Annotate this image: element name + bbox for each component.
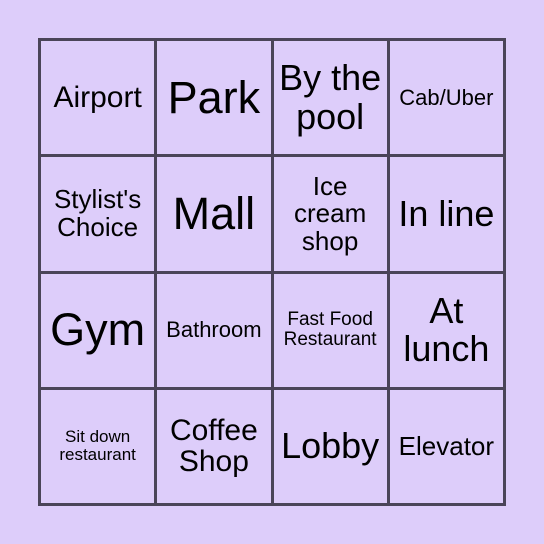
bingo-cell[interactable]: By the pool <box>273 41 387 155</box>
bingo-cell[interactable]: Elevator <box>389 389 503 503</box>
bingo-cell-label: Ice cream shop <box>294 170 367 256</box>
bingo-card-grid: Airport Park By the pool Cab/Uber Stylist's … <box>38 38 506 506</box>
bingo-cell[interactable]: Cab/Uber <box>389 41 503 155</box>
bingo-cell[interactable]: Coffee Shop <box>157 389 271 503</box>
bingo-cell-label: Airport <box>53 80 142 114</box>
bingo-cell-label: Cab/Uber <box>399 84 494 110</box>
bingo-cell-label: By the pool <box>279 57 382 137</box>
bingo-cell-label: Park <box>167 71 261 123</box>
bingo-cell[interactable]: Mall <box>157 157 271 271</box>
bingo-cell-label: Lobby <box>281 425 380 467</box>
bingo-cell[interactable]: At lunch <box>389 273 503 387</box>
bingo-cell-label: Stylist's Choice <box>53 184 142 242</box>
bingo-cell[interactable]: In line <box>389 157 503 271</box>
bingo-cell[interactable]: Ice cream shop <box>273 157 387 271</box>
bingo-cell-label: Mall <box>172 188 256 240</box>
bingo-cell-label: At lunch <box>403 289 490 370</box>
bingo-cell[interactable]: Park <box>157 41 271 155</box>
bingo-cell[interactable]: Stylist's Choice <box>41 157 155 271</box>
bingo-cell-label: Fast Food Restaurant <box>283 309 377 351</box>
bingo-cell[interactable]: Fast Food Restaurant <box>273 273 387 387</box>
bingo-cell[interactable]: Sit down restaurant <box>41 389 155 503</box>
bingo-cell[interactable]: Airport <box>41 41 155 155</box>
bingo-cell-label: Elevator <box>398 430 495 461</box>
bingo-cell-label: In line <box>398 192 495 234</box>
bingo-cell-label: Coffee Shop <box>169 413 258 479</box>
bingo-cell-label: Bathroom <box>166 317 262 343</box>
bingo-cell-label: Sit down restaurant <box>59 427 136 465</box>
bingo-cell[interactable]: Bathroom <box>157 273 271 387</box>
bingo-cell[interactable]: Lobby <box>273 389 387 503</box>
bingo-cell[interactable]: Gym <box>41 273 155 387</box>
bingo-cell-label: Gym <box>50 304 146 356</box>
